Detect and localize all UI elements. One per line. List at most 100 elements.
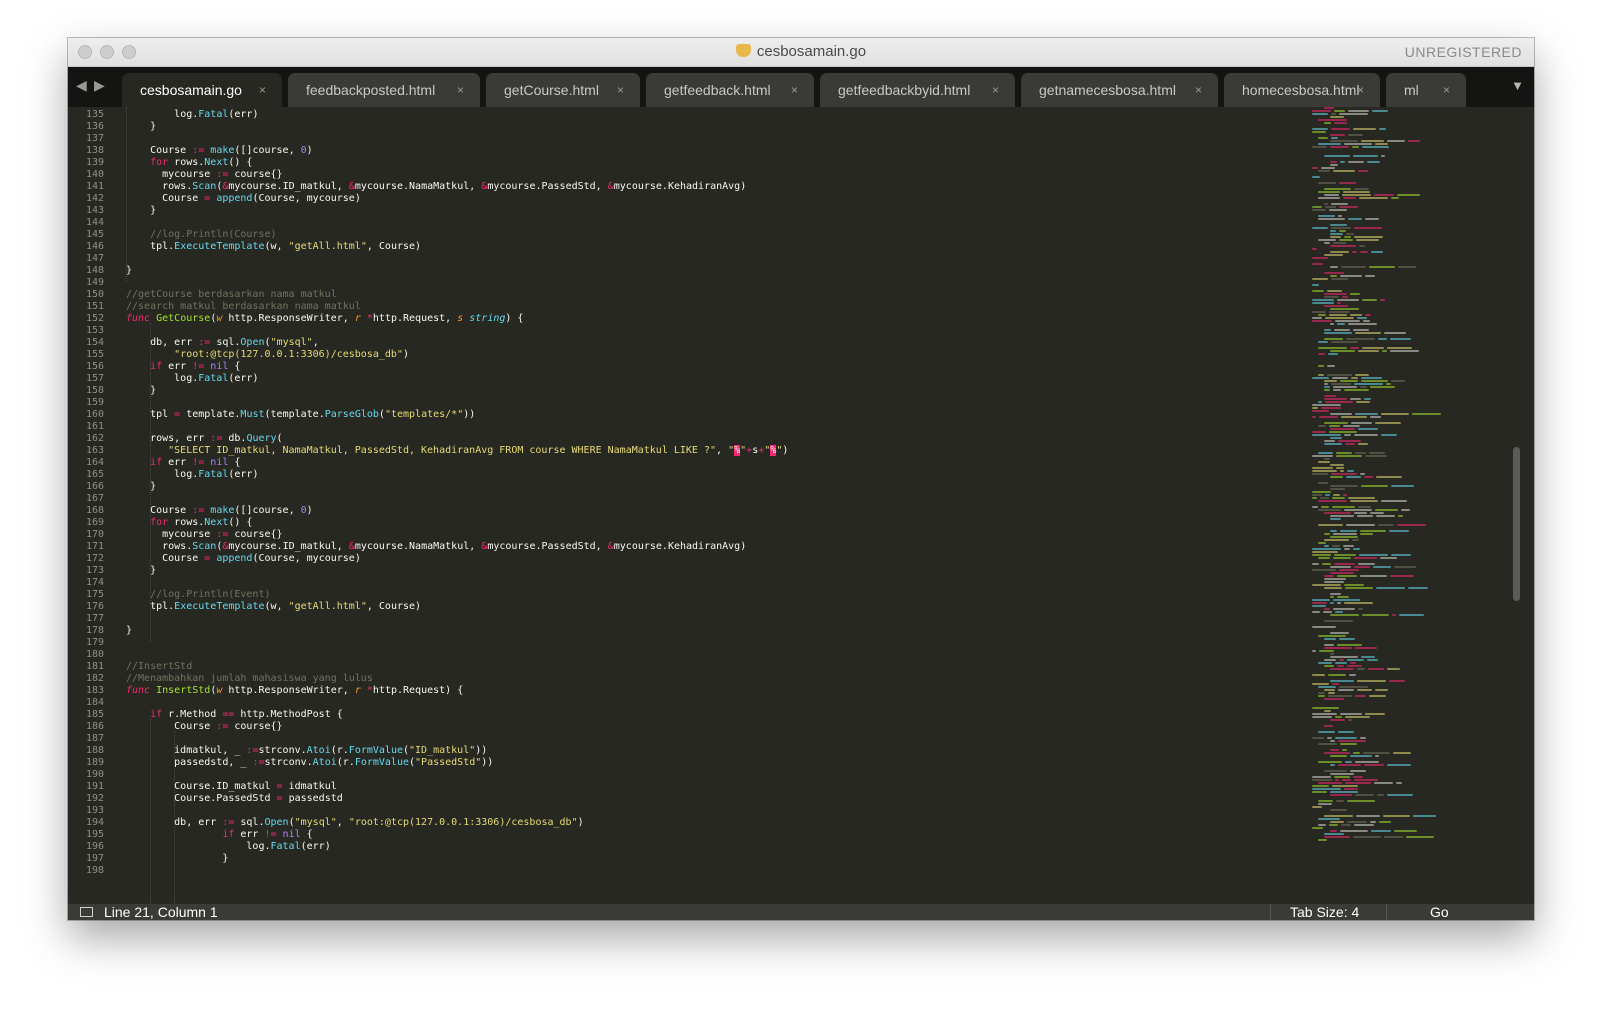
vertical-scrollbar[interactable]: [1512, 107, 1534, 903]
tab-getfeedbackbyid-html[interactable]: getfeedbackbyid.html ×: [820, 73, 1015, 107]
minimap-mark: [1330, 680, 1354, 682]
minimap[interactable]: [1306, 107, 1488, 903]
code-token: {: [228, 361, 241, 372]
minimap-mark: [1361, 380, 1388, 382]
minimap-mark: [1330, 794, 1352, 796]
code-line: log.Fatal(err): [126, 109, 258, 120]
minimap-mark: [1342, 296, 1348, 298]
code-token: (w,: [264, 241, 289, 252]
minimap-mark: [1334, 776, 1350, 778]
code-token: (w,: [264, 601, 289, 612]
code-token: }: [126, 625, 133, 636]
minimap-mark: [1335, 611, 1343, 613]
minimap-mark: [1355, 695, 1366, 697]
minimap-mark: [1318, 524, 1343, 526]
line-number: 149: [85, 277, 104, 288]
minimap-mark: [1348, 161, 1364, 163]
code-line: //InsertStd: [126, 661, 192, 672]
minimap-mark: [1312, 263, 1323, 265]
code-token: strconv.: [264, 757, 313, 768]
minimap-mark: [1324, 575, 1334, 577]
minimap-mark: [1325, 401, 1353, 403]
scrollbar-thumb[interactable]: [1513, 447, 1520, 601]
minimap-mark: [1331, 203, 1348, 205]
code-token: "mysql": [270, 337, 313, 348]
minimap-mark: [1397, 524, 1426, 526]
minimap-mark: [1318, 818, 1340, 820]
minimap-mark: [1363, 752, 1390, 754]
code-token: course{}: [228, 721, 283, 732]
minimap-mark: [1354, 512, 1367, 514]
minimap-mark: [1330, 116, 1344, 118]
code-token: }: [126, 481, 157, 492]
tab-close-icon[interactable]: ×: [457, 73, 464, 107]
code-line: rows.Scan(&mycourse.ID_matkul, &mycourse…: [126, 541, 746, 552]
minimap-mark: [1347, 665, 1362, 667]
minimap-mark: [1324, 398, 1347, 400]
tab-feedbackposted-html[interactable]: feedbackposted.html ×: [288, 73, 480, 107]
tab-close-icon[interactable]: ×: [992, 73, 999, 107]
code-line: Course := make([]course, 0): [126, 505, 313, 516]
code-token: :=: [216, 169, 229, 180]
code-line: }: [126, 625, 132, 636]
minimap-mark: [1330, 518, 1341, 520]
minimap-mark: [1343, 425, 1360, 427]
minimap-mark: [1336, 800, 1344, 802]
code-line: for rows.Next() {: [126, 517, 252, 528]
line-number: 157: [85, 373, 104, 384]
line-number: 177: [85, 613, 104, 624]
minimap-mark: [1318, 824, 1326, 826]
tab-forward-arrow-icon[interactable]: ▶: [94, 77, 105, 94]
code-token: :=: [210, 433, 223, 444]
tab-close-icon[interactable]: ×: [1443, 73, 1450, 107]
code-line: if err != nil {: [126, 361, 240, 372]
minimap-mark: [1358, 443, 1368, 445]
minimap-mark: [1324, 422, 1348, 424]
minimap-mark: [1328, 695, 1352, 697]
minimap-mark: [1331, 341, 1358, 343]
minimap-mark: [1319, 650, 1334, 652]
minimap-mark: [1324, 332, 1352, 334]
tab-close-icon[interactable]: ×: [1195, 73, 1202, 107]
tab-getfeedback-html[interactable]: getfeedback.html ×: [646, 73, 814, 107]
tab-getnamecesbosa-html[interactable]: getnamecesbosa.html ×: [1021, 73, 1218, 107]
tab-cesbosamain-go[interactable]: cesbosamain.go ×: [122, 73, 282, 107]
tab-getcourse-html[interactable]: getCourse.html ×: [486, 73, 640, 107]
tab-ml[interactable]: ml ×: [1386, 73, 1466, 107]
minimap-mark: [1312, 110, 1331, 112]
minimap-mark: [1346, 476, 1361, 478]
tab-homecesbosa-html[interactable]: homecesbosa.html ×: [1224, 73, 1380, 107]
tab-overflow-icon[interactable]: ▼: [1511, 78, 1524, 93]
code-token: ExecuteTemplate: [174, 241, 265, 252]
line-number: 180: [85, 649, 104, 660]
minimap-mark: [1341, 266, 1366, 268]
minimap-mark: [1330, 488, 1345, 490]
minimap-mark: [1312, 317, 1322, 319]
code-area[interactable]: log.Fatal(err) } Course := make([]course…: [126, 107, 1286, 903]
tab-close-icon[interactable]: ×: [617, 73, 624, 107]
tab-size-selector[interactable]: Tab Size: 4: [1290, 904, 1359, 920]
minimap-mark: [1350, 770, 1366, 772]
code-token: !=: [192, 361, 205, 372]
minimap-mark: [1386, 383, 1391, 385]
syntax-selector[interactable]: Go: [1430, 904, 1449, 920]
minimap-mark: [1372, 110, 1388, 112]
tab-close-icon[interactable]: ×: [1357, 73, 1364, 107]
minimap-mark: [1383, 815, 1410, 817]
minimap-mark: [1324, 647, 1352, 649]
code-token: *: [360, 313, 373, 324]
tab-close-icon[interactable]: ×: [791, 73, 798, 107]
minimap-mark: [1324, 383, 1328, 385]
line-number: 170: [85, 529, 104, 540]
minimap-mark: [1312, 278, 1328, 280]
tab-back-arrow-icon[interactable]: ◀: [76, 77, 87, 94]
line-number: 160: [85, 409, 104, 420]
minimap-mark: [1342, 779, 1351, 781]
code-token: ,: [336, 817, 349, 828]
panel-toggle-icon[interactable]: [80, 907, 93, 917]
minimap-mark: [1330, 755, 1347, 757]
minimap-mark: [1330, 350, 1355, 352]
tab-close-icon[interactable]: ×: [259, 73, 266, 107]
minimap-mark: [1378, 338, 1387, 340]
minimap-mark: [1350, 662, 1356, 664]
